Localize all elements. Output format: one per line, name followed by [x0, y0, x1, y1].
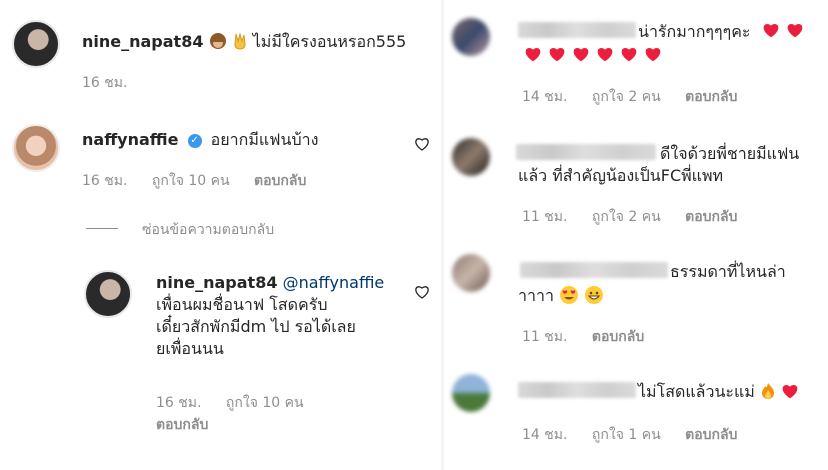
heart-emoji-icon — [763, 24, 779, 38]
like-count[interactable]: ถูกใจ 10 คน — [226, 395, 304, 411]
comment-text: ธรรมดาที่ไหนล่า — [670, 262, 786, 281]
heart-emoji-icon — [525, 48, 541, 62]
hearts-row — [524, 46, 662, 62]
like-count[interactable]: ถูกใจ 2 คน — [592, 209, 661, 225]
like-heart-icon[interactable] — [414, 136, 432, 154]
avatar[interactable] — [452, 374, 490, 412]
reply-text-line: เพื่อนผมชื่อนาฟ โสดครับ — [156, 295, 328, 314]
username[interactable]: nine_napat84 — [156, 273, 277, 292]
comment-line: ธรรมดาที่ไหนล่า — [670, 260, 786, 285]
reply-button-row: ตอบกลับ — [156, 414, 228, 436]
comment-line: าาาา — [518, 284, 604, 309]
victory-hand-emoji-icon — [232, 31, 248, 54]
comment-time: 11 ชม. — [522, 329, 568, 345]
right-comments-panel: น่ารักมากๆๆๆคะ 14 ชม. ถูกใจ 2 คน ตอบกลับ… — [444, 0, 828, 470]
avatar[interactable] — [452, 18, 490, 56]
heart-emoji-icon — [573, 48, 589, 62]
monkey-emoji-icon — [209, 32, 227, 54]
avatar[interactable] — [452, 138, 490, 176]
replies-line — [86, 228, 118, 229]
like-count[interactable]: ถูกใจ 1 คน — [592, 427, 661, 443]
comment-text: ดีใจด้วยพี่ชายมีแฟน — [660, 144, 800, 163]
comment-text: อยากมีแฟนบ้าง — [210, 130, 319, 149]
reply-button[interactable]: ตอบกลับ — [685, 427, 737, 443]
comment-line: แล้ว ที่สำคัญน้องเป็นFCพี่แพท — [518, 164, 723, 189]
comment-meta: 11 ชม. ตอบกลับ — [522, 326, 664, 348]
username[interactable]: naffynaffie — [82, 130, 178, 149]
reply-button[interactable]: ตอบกลับ — [592, 329, 644, 345]
left-comments-panel: nine_napat84 ไม่มีใครงอนหรอก555 16 ชม. n… — [0, 0, 444, 470]
hide-replies-button[interactable]: ซ่อนข้อความตอบกลับ — [142, 219, 274, 241]
heart-eyes-emoji-icon — [559, 285, 579, 309]
reply-button[interactable]: ตอบกลับ — [254, 173, 306, 189]
reply-1: nine_napat84 @naffynaffie เพื่อนผมชื่อนา… — [156, 272, 384, 360]
username[interactable]: nine_napat84 — [82, 32, 203, 51]
comment-meta: 11 ชม. ถูกใจ 2 คน ตอบกลับ — [522, 206, 757, 228]
heart-emoji-icon — [621, 48, 637, 62]
comment-time: 14 ชม. — [522, 89, 568, 105]
heart-emoji-icon — [549, 48, 565, 62]
comment-text: าาาา — [518, 286, 554, 305]
blurred-username — [518, 22, 636, 38]
comment-time: 14 ชม. — [522, 427, 568, 443]
heart-emoji-icon — [597, 48, 613, 62]
comment-meta: 16 ชม. ถูกใจ 10 คน ตอบกลับ — [82, 170, 326, 192]
comment-2: naffynaffie ✓ อยากมีแฟนบ้าง — [82, 128, 318, 153]
heart-emoji-icon — [781, 383, 799, 403]
blurred-username — [520, 262, 668, 278]
comment-time: 11 ชม. — [522, 209, 568, 225]
reply-text-line: ยเพื่อนนน — [156, 339, 224, 358]
avatar[interactable] — [84, 270, 132, 318]
grinning-emoji-icon — [584, 285, 604, 309]
blurred-username — [518, 382, 636, 398]
like-heart-icon[interactable] — [414, 284, 432, 302]
like-count[interactable]: ถูกใจ 10 คน — [152, 173, 230, 189]
comment-text: น่ารักมากๆๆๆคะ — [638, 22, 751, 41]
heart-emoji-icon — [787, 24, 803, 38]
hearts-row — [762, 22, 804, 38]
comment-time: 16 ชม. — [82, 173, 128, 189]
reply-button[interactable]: ตอบกลับ — [685, 209, 737, 225]
comment-line: น่ารักมากๆๆๆคะ — [638, 20, 751, 45]
avatar[interactable] — [452, 254, 490, 292]
reply-text-line: เดี๋ยวสักพักมีdm ไป รอได้เลย — [156, 317, 356, 336]
comment-meta: 14 ชม. ถูกใจ 2 คน ตอบกลับ — [522, 86, 757, 108]
comment-time: 16 ชม. — [82, 75, 128, 91]
comment-text: ไม่โสดแล้วนะแม่ — [638, 382, 755, 401]
comment-text: แล้ว ที่สำคัญน้องเป็นFCพี่แพท — [518, 166, 724, 185]
comment-line: ไม่โสดแล้วนะแม่ — [638, 380, 799, 405]
like-count[interactable]: ถูกใจ 2 คน — [592, 89, 661, 105]
reply-button[interactable]: ตอบกลับ — [685, 89, 737, 105]
reply-button[interactable]: ตอบกลับ — [156, 417, 208, 433]
reply-meta: 16 ชม. ถูกใจ 10 คน — [156, 392, 324, 414]
avatar[interactable] — [12, 20, 60, 68]
comment-time: 16 ชม. — [156, 395, 202, 411]
mention-link[interactable]: @naffynaffie — [283, 273, 385, 292]
comment-1: nine_napat84 ไม่มีใครงอนหรอก555 — [82, 30, 406, 55]
comment-text: ไม่มีใครงอนหรอก555 — [252, 32, 407, 51]
avatar[interactable] — [12, 124, 60, 172]
comment-meta: 14 ชม. ถูกใจ 1 คน ตอบกลับ — [522, 424, 757, 446]
fire-emoji-icon — [760, 382, 776, 404]
verified-badge-icon: ✓ — [187, 133, 202, 148]
heart-emoji-icon — [645, 48, 661, 62]
blurred-username — [516, 144, 656, 160]
comment-meta: 16 ชม. — [82, 72, 147, 94]
